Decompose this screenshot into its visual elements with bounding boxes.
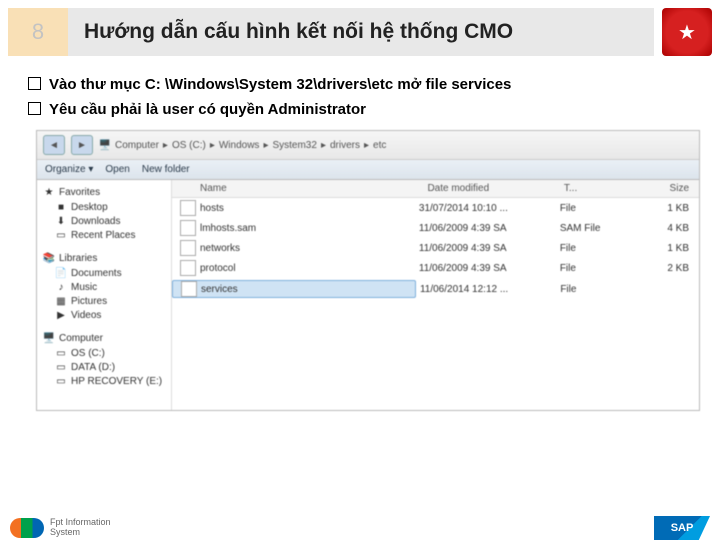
nav-libraries[interactable]: 📚Libraries: [39, 250, 169, 266]
file-name: services: [201, 284, 238, 295]
nav-item-documents[interactable]: 📄Documents: [39, 266, 169, 280]
bullet-text: Yêu cầu phải là user có quyền Administra…: [49, 99, 366, 120]
forward-button[interactable]: ►: [71, 135, 93, 155]
recent-icon: ▭: [55, 229, 67, 241]
col-name[interactable]: Name: [172, 183, 427, 194]
fpt-logo: Fpt Information System: [10, 518, 111, 538]
sap-logo: SAP: [654, 516, 710, 540]
slide-footer: Fpt Information System SAP: [10, 516, 710, 540]
star-icon: ★: [43, 186, 55, 198]
slide-number: 8: [8, 8, 68, 56]
explorer-screenshot: ◄ ► 🖥️ Computer ▸ OS (C:) ▸ Windows ▸ Sy…: [36, 130, 700, 411]
picture-icon: ▦: [55, 295, 67, 307]
file-date: 31/07/2014 10:10 ...: [419, 203, 560, 214]
file-icon: [180, 260, 196, 276]
crumb-seg[interactable]: Windows: [219, 140, 260, 151]
nav-item-downloads[interactable]: ⬇Downloads: [39, 214, 169, 228]
slide-title: Hướng dẫn cấu hình kết nối hệ thống CMO: [68, 8, 654, 56]
navigation-pane: ★Favorites ■Desktop ⬇Downloads ▭Recent P…: [37, 180, 172, 410]
column-headers: Name Date modified T... Size: [172, 180, 699, 198]
file-size: 2 KB: [630, 263, 699, 274]
crumb-seg[interactable]: drivers: [330, 140, 360, 151]
nav-item-recovery-e[interactable]: ▭HP RECOVERY (E:): [39, 374, 169, 388]
file-icon: [180, 240, 196, 256]
file-type: SAM File: [560, 223, 630, 234]
nav-item-pictures[interactable]: ▦Pictures: [39, 294, 169, 308]
nav-item-recent[interactable]: ▭Recent Places: [39, 228, 169, 242]
file-date: 11/06/2009 4:39 SA: [419, 263, 560, 274]
nav-item-music[interactable]: ♪Music: [39, 280, 169, 294]
computer-icon: 🖥️: [43, 332, 55, 344]
col-type[interactable]: T...: [564, 183, 632, 194]
red-badge-logo: ★: [662, 8, 712, 56]
fpt-blob-icon: [10, 518, 44, 538]
drive-icon: ▭: [55, 375, 67, 387]
nav-item-desktop[interactable]: ■Desktop: [39, 200, 169, 214]
slide-header: 8 Hướng dẫn cấu hình kết nối hệ thống CM…: [8, 8, 712, 56]
video-icon: ▶: [55, 309, 67, 321]
file-type: File: [560, 243, 630, 254]
open-button[interactable]: Open: [105, 164, 129, 175]
file-name: lmhosts.sam: [200, 223, 256, 234]
col-date[interactable]: Date modified: [427, 183, 563, 194]
computer-icon: 🖥️: [99, 139, 111, 151]
file-size: 1 KB: [630, 243, 699, 254]
file-size: 1 KB: [630, 203, 699, 214]
crumb-seg[interactable]: System32: [272, 140, 316, 151]
file-icon: [181, 281, 197, 297]
bullet-item: Vào thư mục C: \Windows\System 32\driver…: [28, 74, 700, 95]
nav-item-os-c[interactable]: ▭OS (C:): [39, 346, 169, 360]
col-size[interactable]: Size: [632, 183, 699, 194]
doc-icon: 📄: [55, 267, 67, 279]
square-bullet-icon: [28, 102, 41, 115]
file-row[interactable]: hosts 31/07/2014 10:10 ...File1 KB: [172, 198, 699, 218]
desktop-icon: ■: [55, 201, 67, 213]
file-type: File: [560, 263, 630, 274]
file-name: networks: [200, 243, 240, 254]
file-icon: [180, 200, 196, 216]
file-row[interactable]: networks 11/06/2009 4:39 SAFile1 KB: [172, 238, 699, 258]
file-type: File: [560, 284, 630, 295]
file-date: 11/06/2014 12:12 ...: [420, 284, 560, 295]
bullet-item: Yêu cầu phải là user có quyền Administra…: [28, 99, 700, 120]
file-name: protocol: [200, 263, 236, 274]
library-icon: 📚: [43, 252, 55, 264]
file-icon: [180, 220, 196, 236]
nav-computer[interactable]: 🖥️Computer: [39, 330, 169, 346]
nav-item-data-d[interactable]: ▭DATA (D:): [39, 360, 169, 374]
file-date: 11/06/2009 4:39 SA: [419, 243, 560, 254]
file-list: Name Date modified T... Size hosts 31/07/…: [172, 180, 699, 410]
newfolder-button[interactable]: New folder: [142, 164, 190, 175]
bullet-list: Vào thư mục C: \Windows\System 32\driver…: [28, 74, 700, 120]
file-type: File: [560, 203, 630, 214]
file-row[interactable]: lmhosts.sam 11/06/2009 4:39 SASAM File4 K…: [172, 218, 699, 238]
music-icon: ♪: [55, 281, 67, 293]
crumb-seg[interactable]: OS (C:): [172, 140, 206, 151]
explorer-toolbar: Organize ▾ Open New folder: [37, 160, 699, 180]
explorer-address-bar: ◄ ► 🖥️ Computer ▸ OS (C:) ▸ Windows ▸ Sy…: [37, 131, 699, 160]
back-button[interactable]: ◄: [43, 135, 65, 155]
file-date: 11/06/2009 4:39 SA: [419, 223, 560, 234]
breadcrumb[interactable]: 🖥️ Computer ▸ OS (C:) ▸ Windows ▸ System…: [99, 139, 693, 151]
download-icon: ⬇: [55, 215, 67, 227]
crumb-seg[interactable]: etc: [373, 140, 386, 151]
drive-icon: ▭: [55, 361, 67, 373]
bullet-text: Vào thư mục C: \Windows\System 32\driver…: [49, 74, 511, 95]
file-row[interactable]: protocol 11/06/2009 4:39 SAFile2 KB: [172, 258, 699, 278]
crumb-seg[interactable]: Computer: [115, 140, 159, 151]
file-row[interactable]: services 11/06/2014 12:12 ...File: [172, 278, 699, 300]
fpt-text: Fpt Information System: [50, 518, 111, 538]
drive-icon: ▭: [55, 347, 67, 359]
explorer-body: ★Favorites ■Desktop ⬇Downloads ▭Recent P…: [37, 180, 699, 410]
organize-button[interactable]: Organize ▾: [45, 164, 93, 175]
file-name: hosts: [200, 203, 224, 214]
nav-item-videos[interactable]: ▶Videos: [39, 308, 169, 322]
square-bullet-icon: [28, 77, 41, 90]
nav-favorites[interactable]: ★Favorites: [39, 184, 169, 200]
file-size: 4 KB: [630, 223, 699, 234]
